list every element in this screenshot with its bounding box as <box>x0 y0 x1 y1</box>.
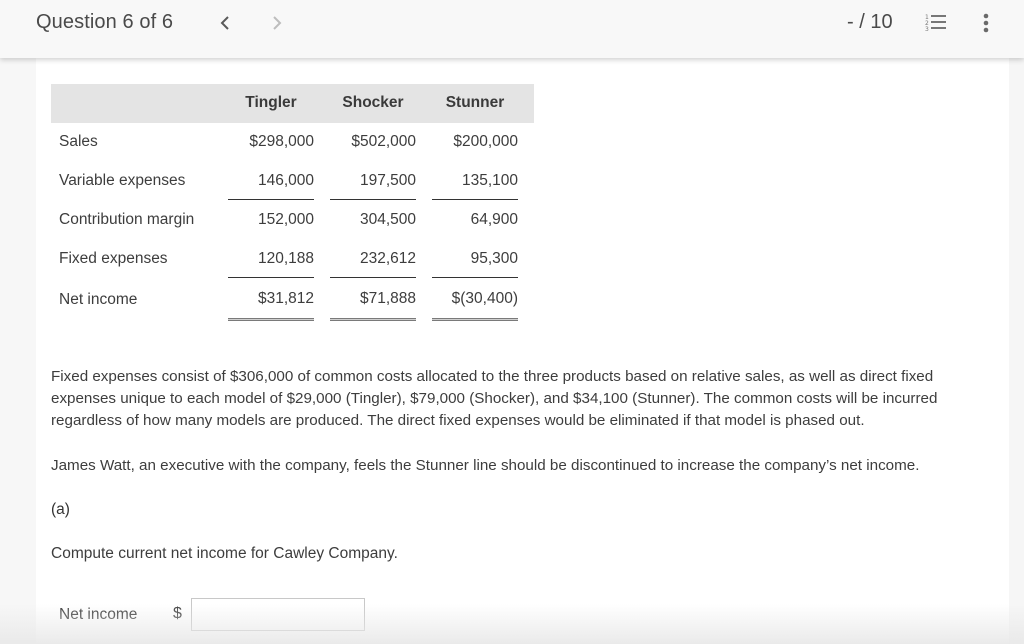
cell-tingler: 146,000 <box>257 172 314 189</box>
scrollbar-track[interactable] <box>1009 58 1024 644</box>
subtotal-underline <box>432 199 518 200</box>
top-bar: Question 6 of 6 - / 10 1 2 3 <box>0 0 1024 58</box>
row-label: Net income <box>59 291 138 308</box>
cell-shocker: 232,612 <box>359 250 416 267</box>
more-vertical-icon <box>983 13 989 33</box>
cell-tingler: 120,188 <box>257 250 314 267</box>
column-header-shocker: Shocker <box>342 94 404 111</box>
next-question-button[interactable] <box>266 10 288 36</box>
table-header-row: Tingler Shocker Stunner <box>51 84 534 123</box>
cell-shocker: $71,888 <box>359 290 416 307</box>
table-row-sales: Sales $298,000 $502,000 $200,000 <box>51 123 534 162</box>
chevron-left-icon <box>220 16 229 30</box>
cell-tingler: 152,000 <box>257 211 314 228</box>
row-label: Sales <box>59 133 98 150</box>
table-row-net-income: Net income $31,812 $71,888 $(30,400) <box>51 279 534 321</box>
cell-stunner: $(30,400) <box>451 290 518 307</box>
table-row-variable-expenses: Variable expenses 146,000 197,500 135,10… <box>51 162 534 201</box>
question-content: Tingler Shocker Stunner Sales $298,000 $… <box>36 58 1009 644</box>
table-row-fixed-expenses: Fixed expenses 120,188 232,612 95,300 <box>51 240 534 279</box>
cell-stunner: 135,100 <box>461 172 518 189</box>
subtotal-underline <box>330 199 416 200</box>
score-display: - / 10 <box>847 11 893 33</box>
cell-stunner: 64,900 <box>470 211 518 228</box>
subtotal-underline <box>228 277 314 278</box>
chevron-right-icon <box>273 16 282 30</box>
problem-description: Fixed expenses consist of $306,000 of co… <box>51 368 938 429</box>
executive-opinion: James Watt, an executive with the compan… <box>51 457 920 474</box>
cell-shocker: 304,500 <box>359 211 416 228</box>
subtotal-underline <box>228 199 314 200</box>
row-label: Contribution margin <box>59 211 195 228</box>
more-options-button[interactable] <box>980 12 992 34</box>
previous-question-button[interactable] <box>214 10 236 36</box>
row-label: Fixed expenses <box>59 250 168 267</box>
cell-stunner: 95,300 <box>470 250 518 267</box>
net-income-input[interactable] <box>191 598 365 631</box>
cell-shocker: 197,500 <box>359 172 416 189</box>
numbered-list-icon: 1 2 3 <box>925 14 946 33</box>
svg-text:3: 3 <box>925 26 929 33</box>
cell-stunner: $200,000 <box>453 133 518 150</box>
subtotal-underline <box>330 277 416 278</box>
total-double-underline <box>228 318 314 321</box>
total-double-underline <box>330 318 416 321</box>
question-list-button[interactable]: 1 2 3 <box>925 13 947 33</box>
column-header-stunner: Stunner <box>445 94 505 111</box>
table-row-contribution-margin: Contribution margin 152,000 304,500 64,9… <box>51 201 534 240</box>
part-label: (a) <box>51 501 70 518</box>
cell-shocker: $502,000 <box>351 133 416 150</box>
question-title: Question 6 of 6 <box>36 11 174 33</box>
cell-tingler: $31,812 <box>257 290 314 307</box>
subtotal-underline <box>432 277 518 278</box>
cell-tingler: $298,000 <box>249 133 314 150</box>
income-statement-table: Tingler Shocker Stunner Sales $298,000 $… <box>51 84 534 321</box>
row-label: Variable expenses <box>59 172 186 189</box>
column-header-tingler: Tingler <box>245 94 297 111</box>
question-prompt: Compute current net income for Cawley Co… <box>51 545 398 562</box>
currency-symbol: $ <box>173 605 182 622</box>
total-double-underline <box>432 318 518 321</box>
answer-label: Net income <box>59 606 138 623</box>
